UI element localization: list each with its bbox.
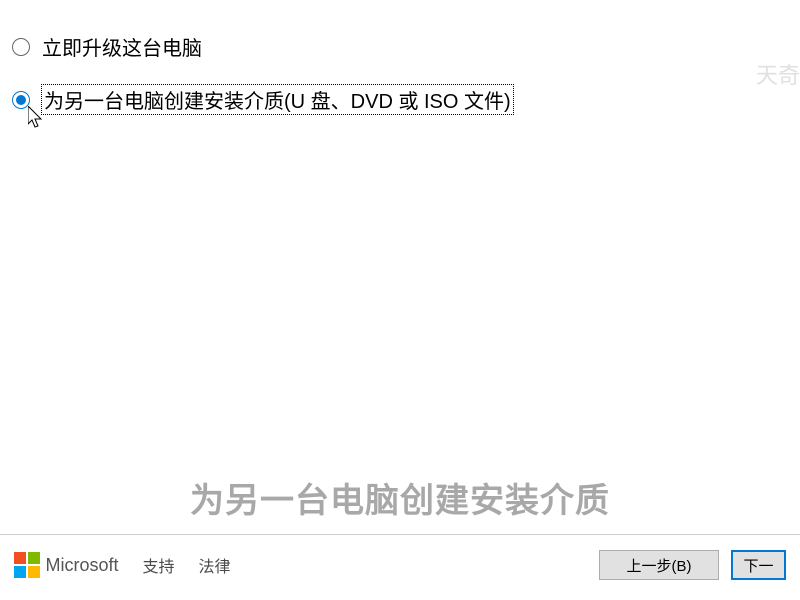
- video-subtitle: 为另一台电脑创建安装介质: [190, 473, 610, 522]
- back-button[interactable]: 上一步(B): [599, 550, 719, 580]
- watermark-text: 天奇: [756, 58, 800, 90]
- microsoft-flag-icon: [14, 552, 40, 578]
- microsoft-logo: Microsoft: [14, 552, 119, 578]
- radio-option-upgrade[interactable]: 立即升级这台电脑: [12, 32, 800, 61]
- radio-option-create-media[interactable]: 为另一台电脑创建安装介质(U 盘、DVD 或 ISO 文件): [12, 85, 800, 114]
- legal-link[interactable]: 法律: [199, 553, 231, 577]
- footer-bar: Microsoft 支持 法律 上一步(B) 下一: [0, 550, 800, 580]
- radio-label-create-media: 为另一台电脑创建安装介质(U 盘、DVD 或 ISO 文件): [42, 85, 513, 114]
- installation-choice-group: 立即升级这台电脑 为另一台电脑创建安装介质(U 盘、DVD 或 ISO 文件): [12, 32, 800, 114]
- footer-divider: [0, 534, 800, 535]
- radio-icon: [12, 38, 30, 56]
- radio-label-upgrade: 立即升级这台电脑: [42, 32, 202, 61]
- radio-icon: [12, 91, 30, 109]
- next-button[interactable]: 下一: [731, 550, 786, 580]
- microsoft-brand-text: Microsoft: [46, 555, 119, 576]
- support-link[interactable]: 支持: [143, 553, 175, 577]
